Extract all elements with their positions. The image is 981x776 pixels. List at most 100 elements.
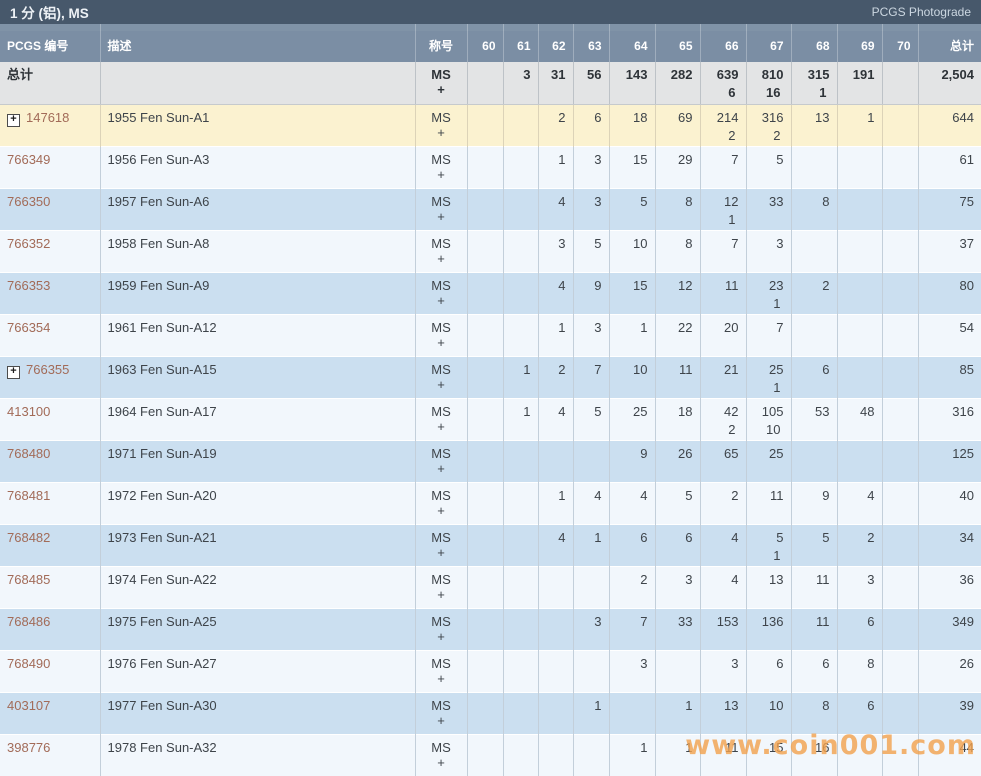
grade-cell-60 [466,397,503,440]
grade-cell-64 [608,691,655,734]
grade-cell-70 [881,607,918,650]
pcgs-cell: +766355 [0,355,100,398]
grade-cell-61 [502,481,538,524]
column-header-68: 68 [790,31,837,62]
pcgs-number-link[interactable]: 766349 [7,152,50,167]
grade-cell-67: 316 2 [745,103,791,146]
grade-cell-62: 1 [537,313,573,356]
grade-cell-68: 2 [790,271,837,314]
grade-cell-68: 315 1 [790,62,837,105]
grade-cell-63 [572,439,609,482]
page-title: 1 分 (铝), MS [10,6,89,21]
grade-cell-63: 3 [572,607,609,650]
grade-cell-63 [572,565,609,608]
designation-cell: MS + [414,733,467,776]
totals-label: 总计 [0,62,100,105]
grade-cell-70 [881,733,918,776]
row-total-cell: 36 [917,565,981,608]
grade-cell-60 [466,145,503,188]
column-header-64: 64 [608,31,655,62]
description-cell: 1963 Fen Sun-A15 [99,355,415,398]
description-cell: 1971 Fen Sun-A19 [99,439,415,482]
grade-cell-66: 4 [699,523,746,566]
grade-cell-68: 8 [790,187,837,230]
grade-cell-61: 1 [502,397,538,440]
grade-cell-65: 11 [654,355,700,398]
header-spacer [572,24,609,31]
column-header-总计: 总计 [917,31,981,62]
grade-cell-65: 6 [654,523,700,566]
row-total-cell: 75 [917,187,981,230]
description-cell: 1977 Fen Sun-A30 [99,691,415,734]
grade-cell-68: 11 [790,607,837,650]
pcgs-number-link[interactable]: 766352 [7,236,50,251]
row-total-cell: 39 [917,691,981,734]
pcgs-number-link[interactable]: 768490 [7,656,50,671]
pcgs-number-link[interactable]: 768480 [7,446,50,461]
header-spacer [0,24,100,31]
grade-cell-67: 25 1 [745,355,791,398]
grade-cell-60 [466,523,503,566]
grade-cell-65: 5 [654,481,700,524]
pcgs-number-link[interactable]: 766350 [7,194,50,209]
grade-cell-60 [466,691,503,734]
population-table: PCGS 编号 描述 称号 60 61 62 63 64 65 66 67 68 69 70 总计 总计 MS… [0,24,981,776]
header-spacer [836,24,882,31]
pcgs-cell: 768482 [0,523,100,566]
pcgs-number-link[interactable]: 147618 [26,110,69,125]
grade-cell-64: 3 [608,649,655,692]
header-spacer [99,24,415,31]
pcgs-number-link[interactable]: 403107 [7,698,50,713]
grade-cell-67: 25 [745,439,791,482]
grade-cell-64: 7 [608,607,655,650]
header-spacer [502,24,538,31]
grade-cell-63: 7 [572,355,609,398]
grade-cell-66: 4 [699,565,746,608]
table-row: 403107 1977 Fen Sun-A30 MS +1 1 13 10 8 6 39 [0,691,981,734]
grade-cell-63: 9 [572,271,609,314]
pcgs-number-link[interactable]: 766353 [7,278,50,293]
grade-cell-68: 8 [790,691,837,734]
grade-cell-62: 4 [537,187,573,230]
grade-cell-67: 136 [745,607,791,650]
grade-cell-61 [502,649,538,692]
table-row: +766355 1963 Fen Sun-A15 MS +1 2 7 10 11 21 25 1 6 8… [0,355,981,398]
row-total-cell: 61 [917,145,981,188]
grade-cell-66: 13 [699,691,746,734]
header-spacer [654,24,700,31]
table-row: 768490 1976 Fen Sun-A27 MS +3 3 6 6 8 26 [0,649,981,692]
grade-cell-64: 5 [608,187,655,230]
grade-cell-70 [881,103,918,146]
grade-cell-67: 13 [745,565,791,608]
pcgs-number-link[interactable]: 766355 [26,362,69,377]
column-header-70: 70 [881,31,918,62]
grade-cell-69 [836,271,882,314]
row-total-cell: 34 [917,523,981,566]
pcgs-number-link[interactable]: 398776 [7,740,50,755]
grade-cell-67: 7 [745,313,791,356]
designation-cell: MS + [414,607,467,650]
pcgs-number-link[interactable]: 768486 [7,614,50,629]
grade-cell-65 [654,649,700,692]
pcgs-number-link[interactable]: 766354 [7,320,50,335]
pcgs-number-link[interactable]: 768485 [7,572,50,587]
photograde-link[interactable]: PCGS Photograde [872,5,971,19]
grade-cell-69: 3 [836,565,882,608]
grade-cell-67: 105 10 [745,397,791,440]
totals-desc-cell [99,62,415,105]
pcgs-number-link[interactable]: 413100 [7,404,50,419]
expand-icon[interactable]: + [7,113,20,127]
grade-cell-69 [836,733,882,776]
pcgs-number-link[interactable]: 768482 [7,530,50,545]
grade-cell-66: 7 [699,145,746,188]
expand-icon[interactable]: + [7,365,20,379]
grade-cell-64: 25 [608,397,655,440]
table-row: 398776 1978 Fen Sun-A32 MS +1 1 11 15 16 44 [0,733,981,776]
pcgs-number-link[interactable]: 768481 [7,488,50,503]
grade-cell-63: 5 [572,397,609,440]
header-spacer [699,24,746,31]
grade-cell-67: 5 [745,145,791,188]
designation-cell: MS + [414,439,467,482]
column-header-designation: 称号 [414,31,467,62]
grade-cell-64: 2 [608,565,655,608]
